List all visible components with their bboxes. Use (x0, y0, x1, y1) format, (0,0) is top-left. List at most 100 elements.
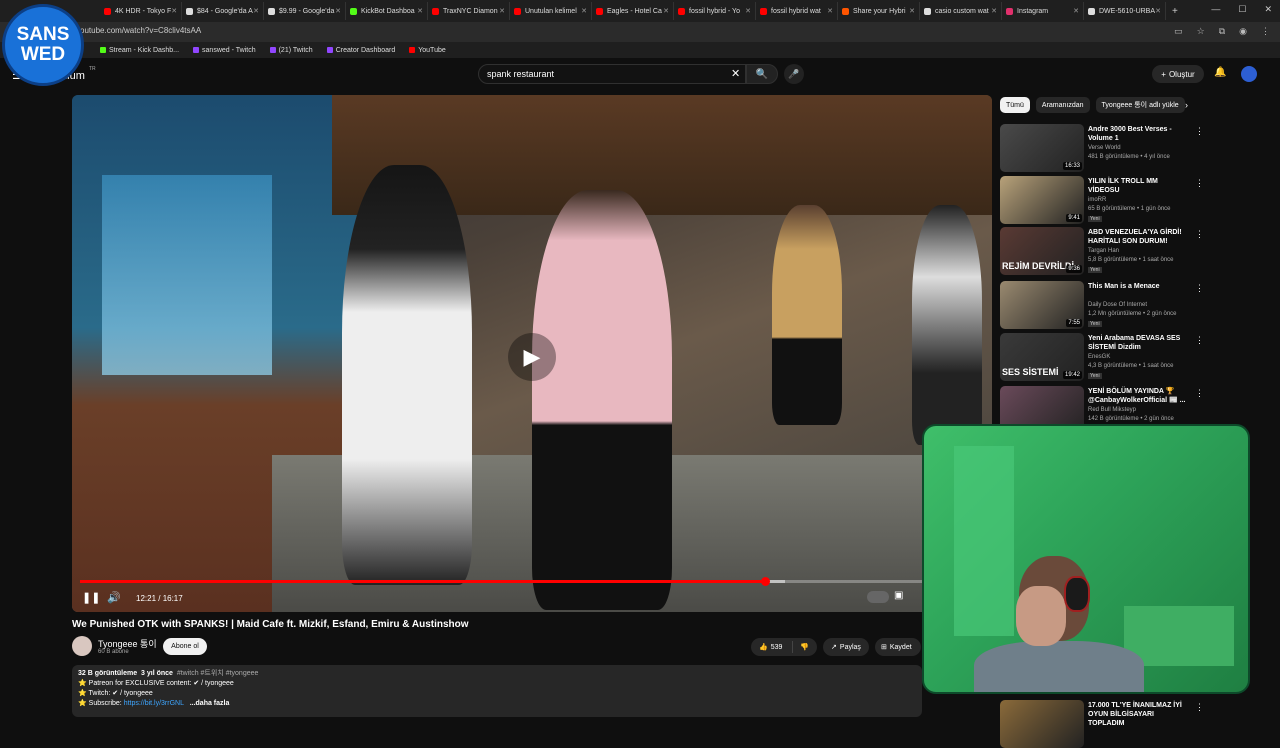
more-options-icon[interactable]: ⋮ (1195, 229, 1204, 240)
browser-tab[interactable]: fossil hybrid wat ✕ (756, 2, 838, 20)
recommendation-channel[interactable]: Targan Han (1088, 248, 1119, 254)
browser-tab[interactable]: Unutulan kelimel ✕ (510, 2, 592, 20)
recommendation-title[interactable]: Andre 3000 Best Verses - Volume 1 (1088, 125, 1188, 143)
browser-tab[interactable]: KickBot Dashboa ✕ (346, 2, 428, 20)
recommendation-channel[interactable]: Daily Dose Of Internet (1088, 302, 1147, 308)
minimize-icon[interactable]: — (1211, 4, 1220, 15)
more-options-icon[interactable]: ⋮ (1195, 178, 1204, 189)
recommendation-title[interactable]: 17.000 TL'YE İNANILMAZ İYİ OYUN BİLGİSAY… (1088, 701, 1188, 728)
pause-icon[interactable]: ❚❚ (82, 591, 100, 604)
bookmark-item[interactable]: Stream - Kick Dashb... (100, 47, 179, 54)
recommendation-title[interactable]: ABD VENEZUELA'YA GİRDİ! HARİTALI SON DUR… (1088, 228, 1188, 246)
tab-close-icon[interactable]: ✕ (909, 7, 915, 15)
tab-close-icon[interactable]: ✕ (499, 7, 505, 15)
recommendation-thumbnail[interactable]: SES SİSTEMİ 19:42 (1000, 333, 1084, 381)
browser-tab[interactable]: Instagram ✕ (1002, 2, 1084, 20)
browser-tab[interactable]: $9.99 - Google'da ✕ (264, 2, 346, 20)
maximize-icon[interactable]: ☐ (1238, 4, 1246, 15)
recommendation-title[interactable]: This Man is a Menace (1088, 282, 1188, 291)
tab-close-icon[interactable]: ✕ (1155, 7, 1161, 15)
more-options-icon[interactable]: ⋮ (1195, 388, 1204, 399)
tab-close-icon[interactable]: ✕ (417, 7, 423, 15)
recommendation-item[interactable]: SES SİSTEMİ 19:42 Yeni Arabama DEVASA SES … (1000, 333, 1204, 381)
recommendation-item[interactable]: REJİM DEVRİLDİ 9:36 ABD VENEZUELA'YA GİRDİ… (1000, 227, 1204, 275)
profile-icon[interactable]: ◉ (1239, 26, 1247, 37)
search-button[interactable]: 🔍 (746, 64, 778, 84)
recommendation-channel[interactable]: EnesGK (1088, 354, 1110, 360)
recommendation-thumbnail[interactable] (1000, 700, 1084, 748)
recommendation-channel[interactable]: Red Bull Mikstеyp (1088, 407, 1136, 413)
browser-tab[interactable]: Eagles - Hotel Ca ✕ (592, 2, 674, 20)
recommendation-thumbnail[interactable]: REJİM DEVRİLDİ 9:36 (1000, 227, 1084, 275)
bookmark-item[interactable]: Creator Dashboard (326, 47, 395, 54)
like-button[interactable]: 👍 539 (751, 641, 793, 653)
show-more[interactable]: ...daha fazla (190, 700, 230, 707)
browser-tab[interactable]: DWE-5610-URBA ✕ (1084, 2, 1166, 20)
tab-close-icon[interactable]: ✕ (663, 7, 669, 15)
bookmark-item[interactable]: YouTube (409, 47, 446, 54)
recommendation-title[interactable]: YILIN İLK TROLL MM VİDEOSU (1088, 177, 1188, 195)
filter-chip[interactable]: Tümü (1000, 97, 1030, 113)
recommendation-item[interactable]: 7:55 This Man is a Menace Daily Dose Of In… (1000, 281, 1204, 329)
filter-chip[interactable]: Tyongeee 통이 adlı yükle (1095, 97, 1185, 113)
recommendation-item[interactable]: 16:33 Andre 3000 Best Verses - Volume 1 Ve… (1000, 124, 1204, 172)
browser-tab[interactable]: 4K HDR - Tokyo F ✕ (100, 2, 182, 20)
browser-tab[interactable]: TraxNYC Diamon ✕ (428, 2, 510, 20)
browser-menu-icon[interactable]: ⋮ (1261, 26, 1270, 37)
filter-chip[interactable]: Aramanızdan (1035, 97, 1090, 113)
recommendation-thumbnail[interactable]: 7:55 (1000, 281, 1084, 329)
recommendation-thumbnail[interactable]: 9:41 (1000, 176, 1084, 224)
clear-search-icon[interactable]: ✕ (731, 67, 740, 80)
more-options-icon[interactable]: ⋮ (1195, 283, 1204, 294)
tab-close-icon[interactable]: ✕ (335, 7, 341, 15)
subtitles-icon[interactable]: ▣ (894, 590, 903, 601)
search-input[interactable]: spank restaurant (478, 64, 746, 84)
chevron-right-icon[interactable]: › (1185, 100, 1188, 110)
bookmark-item[interactable]: (21) Twitch (269, 47, 313, 54)
browser-tab[interactable]: Share your Hybri ✕ (838, 2, 920, 20)
recommendation-item[interactable]: 9:41 YILIN İLK TROLL MM VİDEOSU imoRR 65 B … (1000, 176, 1204, 224)
tab-close-icon[interactable]: ✕ (991, 7, 997, 15)
recommendation-channel[interactable]: Verse World (1088, 145, 1121, 151)
user-avatar[interactable] (1241, 66, 1257, 82)
more-options-icon[interactable]: ⋮ (1195, 335, 1204, 346)
video-player[interactable]: ▶ ❚❚ 🔊 12:21 / 16:17 ▣ (72, 95, 992, 612)
more-options-icon[interactable]: ⋮ (1195, 702, 1204, 713)
recommendation-channel[interactable]: imoRR (1088, 197, 1106, 203)
recommendation-thumbnail[interactable]: 16:33 (1000, 124, 1084, 172)
extensions-icon[interactable]: ⧉ (1219, 26, 1225, 37)
recommendation-title[interactable]: YENİ BÖLÜM YAYINDA 🏆 @CanbayWolkerOffici… (1088, 387, 1188, 405)
browser-tab[interactable]: $84 - Google'da A ✕ (182, 2, 264, 20)
tab-close-icon[interactable]: ✕ (581, 7, 587, 15)
progress-bar[interactable] (80, 577, 984, 586)
subscribe-button[interactable]: Abone ol (163, 638, 207, 655)
autoplay-toggle[interactable] (867, 591, 889, 603)
browser-tab[interactable]: fossil hybrid - Yo ✕ (674, 2, 756, 20)
dislike-button[interactable]: 👎 (793, 643, 809, 651)
recommendation-title[interactable]: Yeni Arabama DEVASA SES SİSTEMİ Dizdim (1088, 334, 1188, 352)
tab-close-icon[interactable]: ✕ (745, 7, 751, 15)
new-tab-icon[interactable]: + (1172, 6, 1178, 17)
channel-avatar[interactable] (72, 636, 92, 656)
subscribe-link[interactable]: https://bit.ly/3rrGNL (124, 700, 184, 707)
tab-close-icon[interactable]: ✕ (171, 7, 177, 15)
browser-tab[interactable]: casio custom wat ✕ (920, 2, 1002, 20)
bookmark-star-icon[interactable]: ☆ (1197, 26, 1205, 37)
create-button[interactable]: + Oluştur (1152, 65, 1204, 83)
recommendation-item[interactable]: 17.000 TL'YE İNANILMAZ İYİ OYUN BİLGİSAY… (1000, 700, 1204, 748)
close-window-icon[interactable]: ✕ (1264, 4, 1272, 15)
save-button[interactable]: ⊞ Kaydet (875, 638, 921, 656)
share-button[interactable]: ↗ Paylaş (823, 638, 869, 656)
description-box[interactable]: 32 B görüntüleme 3 yıl önce #twitch #트위치… (72, 665, 922, 717)
play-icon[interactable]: ▶ (508, 333, 556, 381)
notifications-bell-icon[interactable]: 🔔 (1214, 67, 1226, 78)
bookmark-item[interactable]: sanswed - Twitch (193, 47, 256, 54)
more-options-icon[interactable]: ⋮ (1195, 126, 1204, 137)
url-field[interactable]: outube.com/watch?v=C8cliv4tsAA (80, 26, 201, 35)
volume-icon[interactable]: 🔊 (107, 591, 121, 604)
voice-search-button[interactable]: 🎤 (784, 64, 804, 84)
hashtags[interactable]: #twitch #트위치 #tyongeee (177, 670, 259, 677)
tab-close-icon[interactable]: ✕ (253, 7, 259, 15)
cast-icon[interactable]: ▭ (1174, 26, 1183, 37)
tab-close-icon[interactable]: ✕ (1073, 7, 1079, 15)
